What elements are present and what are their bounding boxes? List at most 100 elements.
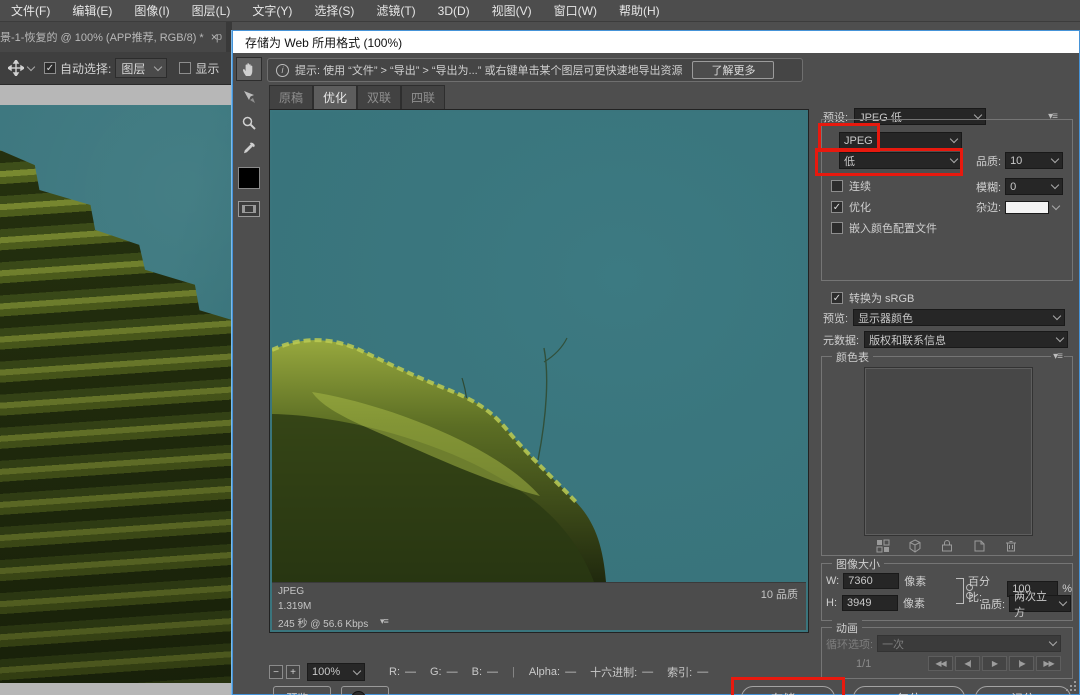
zoom-tool-button[interactable]: [236, 111, 262, 135]
zoom-in-button[interactable]: +: [286, 665, 300, 679]
loop-options-dropdown[interactable]: 一次: [877, 635, 1061, 652]
menu-image[interactable]: 图像(I): [123, 2, 180, 19]
new-color-icon[interactable]: [972, 539, 986, 553]
panel-menu-icon[interactable]: ▾≡: [1051, 351, 1064, 362]
preview-color-dropdown[interactable]: 显示器颜色: [853, 309, 1065, 326]
chevron-down-icon: [1059, 598, 1067, 606]
show-transform-checkbox[interactable]: [179, 62, 191, 74]
zoom-level-dropdown[interactable]: 100%: [307, 663, 365, 681]
format-dropdown[interactable]: JPEG: [839, 132, 962, 149]
preview-pane[interactable]: JPEG 1.319M 245 秒 @ 56.6 Kbps ▾≡ 10 品质: [269, 109, 809, 633]
trash-icon[interactable]: [1004, 539, 1018, 553]
metadata-dropdown[interactable]: 版权和联系信息: [864, 331, 1068, 348]
save-for-web-dialog: 存储为 Web 所用格式 (100%): [232, 30, 1080, 695]
dialog-title-bar[interactable]: 存储为 Web 所用格式 (100%): [233, 31, 1079, 53]
first-frame-button[interactable]: ◀◀: [928, 656, 953, 671]
preview-image[interactable]: [272, 112, 806, 582]
color-table-swatches[interactable]: [865, 368, 1032, 535]
chevron-down-icon: [1056, 334, 1064, 342]
learn-more-button[interactable]: 了解更多: [692, 61, 774, 79]
menu-layer[interactable]: 图层(L): [181, 2, 242, 19]
optimized-checkbox[interactable]: ✓: [831, 201, 843, 213]
preview-info-bar: JPEG 1.319M 245 秒 @ 56.6 Kbps ▾≡ 10 品质: [272, 582, 806, 630]
settings-panel: 预设: JPEG 低 ▾≡ JPEG 低 品质: 10: [816, 53, 1076, 694]
quality-readout: 10 品质: [761, 586, 798, 602]
menu-file[interactable]: 文件(F): [0, 2, 61, 19]
optimized-label: 优化: [849, 199, 871, 215]
menu-3d[interactable]: 3D(D): [427, 4, 481, 18]
resample-quality-dropdown[interactable]: 两次立方: [1009, 595, 1071, 612]
menu-type[interactable]: 文字(Y): [241, 2, 303, 19]
animation-group: 动画 循环选项: 一次 1/1 ◀◀ ◀| ▶ |▶ ▶▶: [821, 627, 1073, 679]
menu-window[interactable]: 窗口(W): [543, 2, 608, 19]
menu-edit[interactable]: 编辑(E): [61, 2, 123, 19]
zoom-out-button[interactable]: −: [269, 665, 283, 679]
document-tab-bar: 景-1-恢复的 @ 100% (APP推荐, RGB/8) * × p: [0, 22, 232, 52]
preview-in-browser-button[interactable]: 预览...: [273, 686, 331, 695]
web-shift-cube-icon[interactable]: [908, 539, 922, 553]
eyedropper-icon: [241, 141, 257, 157]
rice-terraces-photo: [0, 105, 232, 683]
toggle-slices-visibility-button[interactable]: [238, 201, 260, 217]
progressive-checkbox[interactable]: [831, 180, 843, 192]
color-table-group: 颜色表 ▾≡: [821, 356, 1073, 556]
last-frame-button[interactable]: ▶▶: [1036, 656, 1061, 671]
resample-quality-label: 品质:: [980, 596, 1005, 612]
compression-dropdown[interactable]: 低: [839, 152, 962, 169]
embed-profile-checkbox[interactable]: [831, 222, 843, 234]
eyedropper-color-swatch[interactable]: [238, 167, 260, 189]
r-label: R:: [389, 666, 400, 678]
photoshop-window: 文件(F) 编辑(E) 图像(I) 图层(L) 文字(Y) 选择(S) 滤镜(T…: [0, 0, 1080, 695]
menu-filter[interactable]: 滤镜(T): [365, 2, 426, 19]
height-field[interactable]: 3949: [842, 595, 898, 611]
auto-select-checkbox[interactable]: ✓: [44, 62, 56, 74]
chevron-down-icon: [1051, 181, 1059, 189]
menu-view[interactable]: 视图(V): [481, 2, 543, 19]
width-field[interactable]: 7360: [843, 573, 899, 589]
height-unit: 像素: [903, 595, 925, 611]
menu-select[interactable]: 选择(S): [303, 2, 365, 19]
chevron-down-icon[interactable]: [1052, 201, 1060, 209]
next-frame-button[interactable]: |▶: [1009, 656, 1034, 671]
lock-icon[interactable]: [940, 539, 954, 553]
tab-original[interactable]: 原稿: [269, 85, 313, 109]
blur-dropdown[interactable]: 0: [1005, 178, 1063, 195]
alpha-label: Alpha:: [529, 666, 560, 678]
color-table-title: 颜色表: [832, 349, 873, 365]
slice-select-icon: [241, 89, 257, 105]
browser-select-button[interactable]: [341, 686, 389, 695]
panel-menu-icon[interactable]: ▾≡: [380, 616, 388, 627]
move-tool-icon[interactable]: [8, 60, 24, 76]
hand-tool-button[interactable]: [236, 57, 262, 81]
embed-profile-label: 嵌入颜色配置文件: [849, 220, 937, 236]
resize-grip[interactable]: [1066, 681, 1076, 691]
menu-help[interactable]: 帮助(H): [608, 2, 671, 19]
playback-controls: ◀◀ ◀| ▶ |▶ ▶▶: [926, 656, 1061, 671]
auto-select-dropdown[interactable]: 图层: [115, 58, 167, 78]
document-tab[interactable]: 景-1-恢复的 @ 100% (APP推荐, RGB/8) * ×: [0, 22, 226, 52]
second-document-tab[interactable]: p: [216, 22, 222, 52]
width-label: W:: [826, 575, 839, 587]
matte-label: 杂边:: [976, 199, 1001, 215]
index-label: 索引:: [667, 664, 692, 680]
link-bracket-icon: [956, 578, 964, 604]
move-tool-dropdown-icon[interactable]: [27, 62, 35, 70]
matte-color-swatch[interactable]: [1005, 201, 1049, 214]
browser-icon: [351, 691, 366, 695]
play-button[interactable]: ▶: [982, 656, 1007, 671]
tip-text: 提示: 使用 “文件” > “导出” > “导出为...” 或右键单击某个图层可…: [295, 62, 682, 78]
slice-select-tool-button[interactable]: [236, 85, 262, 109]
tool-options-bar: ✓ 自动选择: 图层 显示: [0, 52, 232, 85]
tab-4up[interactable]: 四联: [401, 85, 445, 109]
chevron-down-icon: [1053, 312, 1061, 320]
quality-dropdown[interactable]: 10: [1005, 152, 1063, 169]
eyedropper-tool-button[interactable]: [236, 137, 262, 161]
b-label: B:: [472, 666, 482, 678]
convert-srgb-checkbox[interactable]: ✓: [831, 292, 843, 304]
previous-frame-button[interactable]: ◀|: [955, 656, 980, 671]
format-row: JPEG: [839, 132, 962, 149]
hex-label: 十六进制:: [590, 664, 637, 680]
dither-icon[interactable]: [876, 539, 890, 553]
tab-optimized[interactable]: 优化: [313, 85, 357, 109]
tab-2up[interactable]: 双联: [357, 85, 401, 109]
